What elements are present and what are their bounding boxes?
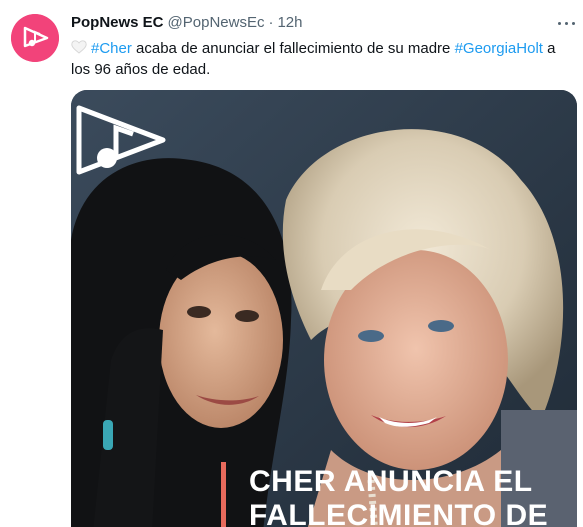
hashtag-georgiaholt-link[interactable]: #GeorgiaHolt (455, 40, 543, 57)
tweet-text-part1: acaba de anunciar el fallecimiento de su… (136, 40, 451, 57)
white-heart-icon (71, 40, 87, 54)
music-note-logo-icon (11, 14, 59, 62)
author-handle[interactable]: @PopNewsEc (168, 14, 265, 31)
more-options-button[interactable] (556, 14, 578, 34)
hashtag-cher-link[interactable]: #Cher (91, 40, 132, 57)
avatar[interactable] (11, 14, 59, 62)
author-name[interactable]: PopNews EC (71, 14, 164, 31)
popnews-logo-icon (76, 105, 166, 175)
accent-bar (221, 462, 226, 527)
more-dots-icon (565, 22, 568, 25)
tweet[interactable]: PopNews EC @PopNewsEc · 12h #Cher acaba … (0, 0, 583, 527)
tweet-header: PopNews EC @PopNewsEc · 12h (71, 14, 303, 34)
more-dots-icon (572, 22, 575, 25)
overlay-title: CHER ANUNCIA EL FALLECIMIENTO DE (249, 465, 549, 527)
more-dots-icon (558, 22, 561, 25)
tweet-text: #Cher acaba de anunciar el fallecimiento… (71, 38, 577, 80)
tweet-media-image[interactable]: CHER ANUNCIA EL FALLECIMIENTO DE (71, 90, 577, 527)
tweet-time[interactable]: 12h (277, 14, 302, 31)
separator-dot: · (268, 14, 274, 31)
